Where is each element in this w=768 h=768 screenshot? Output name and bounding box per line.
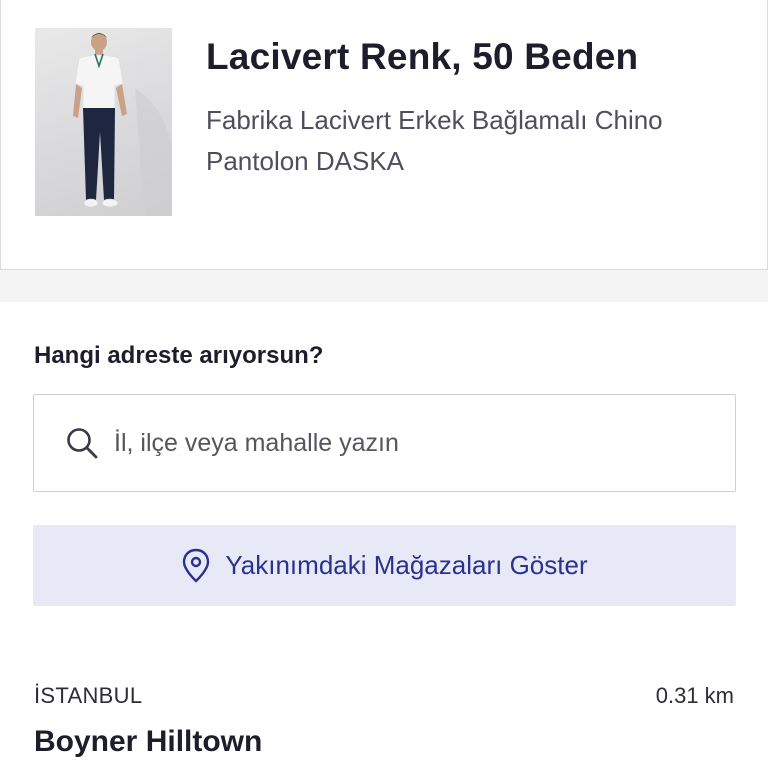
section-divider <box>0 270 768 302</box>
address-search-input[interactable] <box>114 428 674 458</box>
store-city: İSTANBUL <box>34 683 143 708</box>
product-image <box>35 28 172 216</box>
show-nearby-stores-label: Yakınımdaki Mağazaları Göster <box>225 550 588 580</box>
store-distance: 0.31 km <box>655 683 734 708</box>
product-card: Lacivert Renk, 50 Beden Fabrika Lacivert… <box>0 0 768 270</box>
store-name[interactable]: Boyner Hilltown <box>34 725 262 759</box>
address-search-box[interactable] <box>33 394 736 492</box>
location-pin-icon <box>183 548 210 583</box>
product-description: Fabrika Lacivert Erkek Bağlamalı Chino P… <box>206 105 663 176</box>
show-nearby-stores-button[interactable]: Yakınımdaki Mağazaları Göster <box>33 525 736 606</box>
search-icon <box>67 428 98 459</box>
address-question-label: Hangi adreste arıyorsun? <box>34 342 324 369</box>
product-title: Lacivert Renk, 50 Beden <box>206 36 639 77</box>
